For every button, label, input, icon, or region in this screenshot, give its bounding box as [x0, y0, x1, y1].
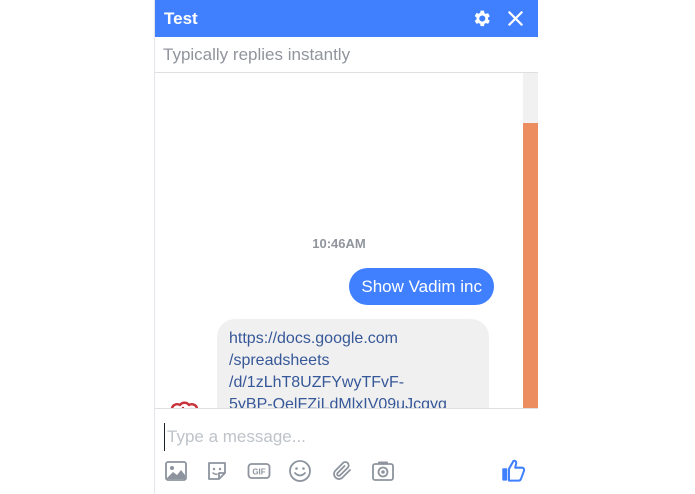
outgoing-message-bubble[interactable]: Show Vadim inc — [349, 268, 494, 305]
chat-status-bar: Typically replies instantly — [155, 37, 538, 73]
attachment-icon[interactable] — [330, 459, 354, 483]
like-icon[interactable] — [500, 457, 527, 484]
close-icon[interactable] — [505, 8, 526, 29]
chat-title[interactable]: Test — [164, 9, 198, 29]
chat-header: Test — [155, 0, 538, 37]
svg-text:GIF: GIF — [252, 468, 265, 477]
brain-icon[interactable] — [163, 397, 207, 408]
photo-icon[interactable] — [164, 459, 188, 483]
message-list[interactable]: 10:46AM Show Vadim inc https://docs.goog… — [155, 73, 523, 408]
message-timestamp: 10:46AM — [312, 236, 366, 251]
camera-icon[interactable] — [371, 459, 395, 483]
reply-time-status: Typically replies instantly — [163, 45, 351, 64]
message-input[interactable] — [164, 423, 509, 451]
emoji-icon[interactable] — [288, 459, 312, 483]
gif-icon[interactable]: GIF — [247, 459, 271, 483]
scrollbar-thumb[interactable] — [523, 123, 538, 408]
sticker-icon[interactable] — [205, 459, 229, 483]
message-composer: GIF — [155, 408, 538, 494]
spreadsheet-link[interactable]: https://docs.google.com /spreadsheets /d… — [229, 328, 477, 408]
gear-icon[interactable] — [471, 8, 492, 29]
chat-window: Test Typically replies instantly 10:46AM… — [154, 0, 538, 494]
incoming-message-bubble: https://docs.google.com /spreadsheets /d… — [217, 319, 489, 408]
